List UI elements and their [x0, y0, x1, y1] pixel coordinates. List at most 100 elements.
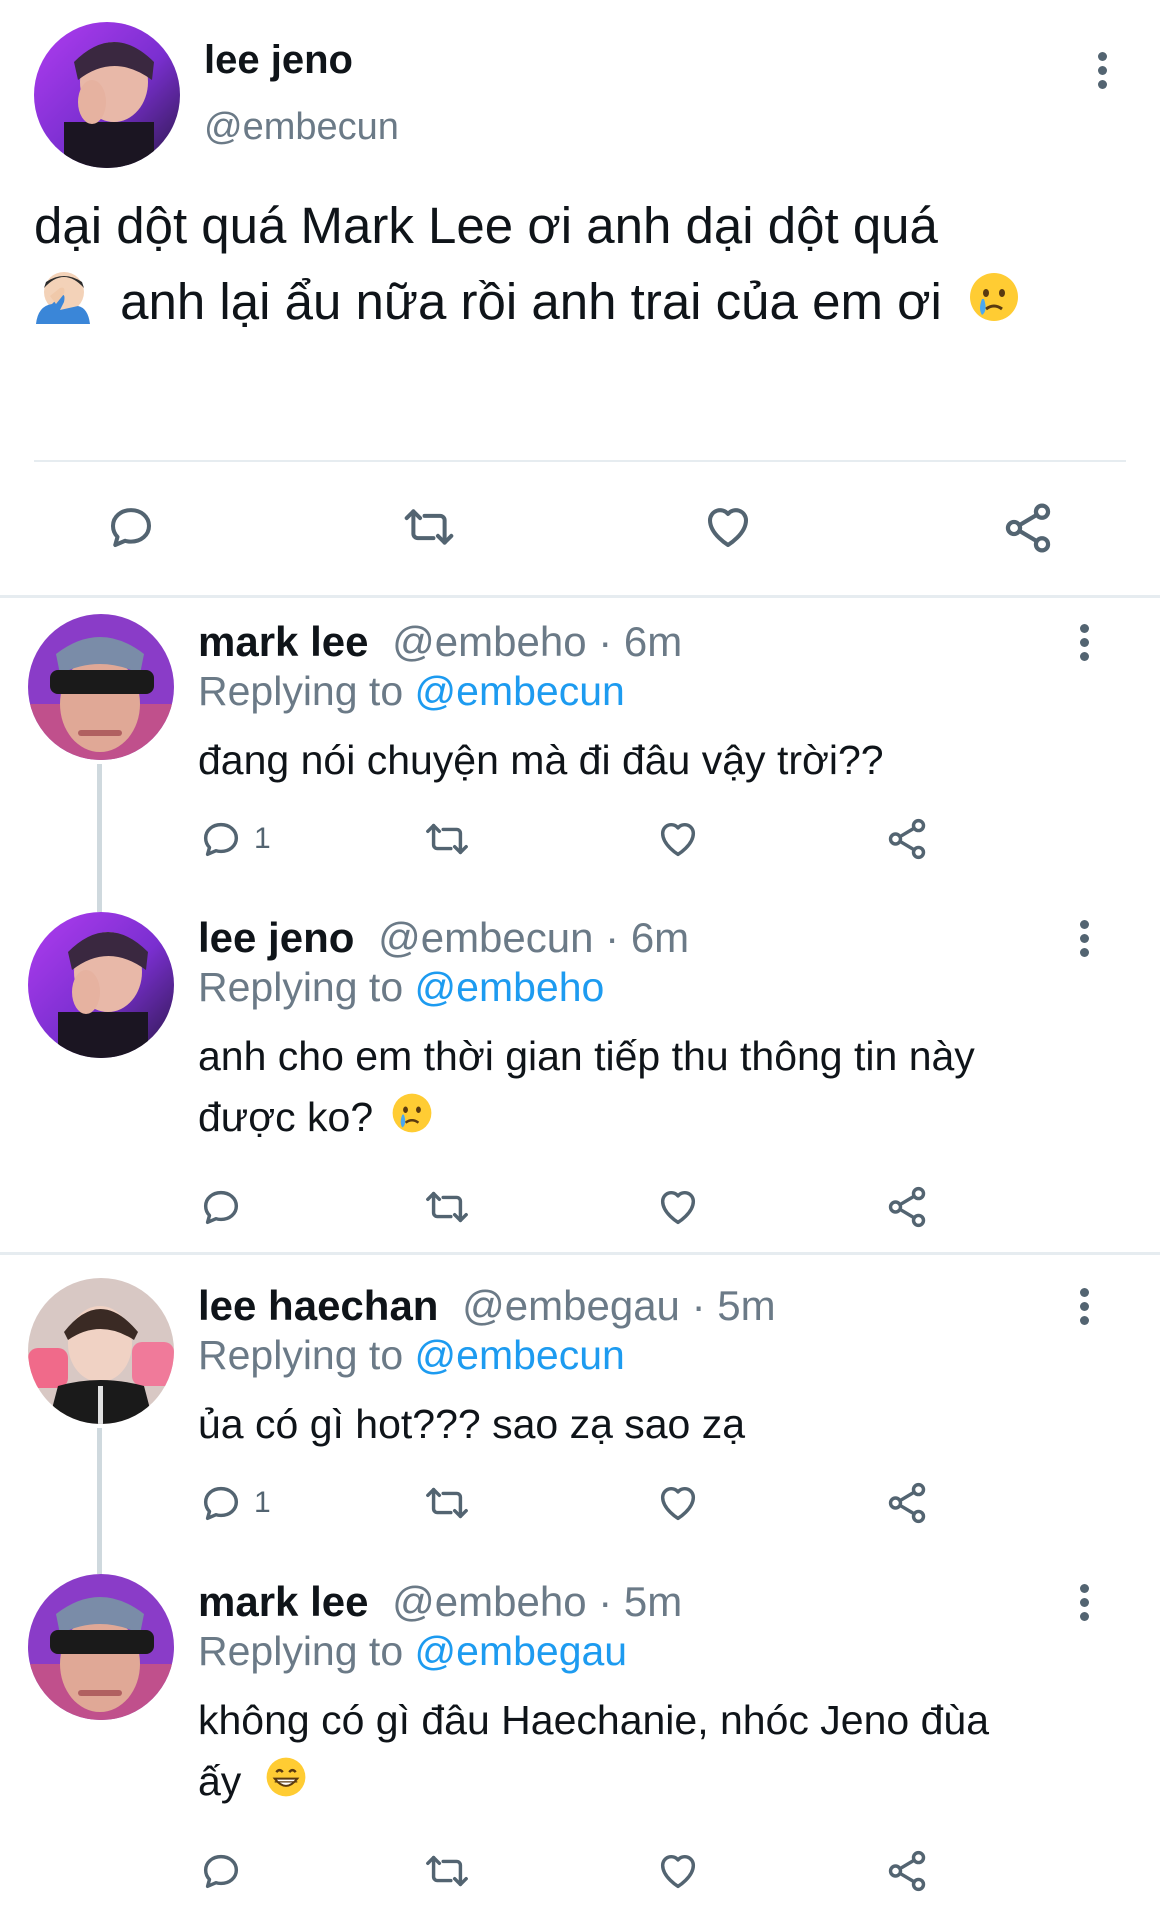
- replying-to-link[interactable]: @embeho: [415, 964, 605, 1010]
- like-button[interactable]: [700, 500, 756, 554]
- reply-text-line-2-text: được ko?: [198, 1094, 374, 1140]
- avatar[interactable]: [28, 912, 174, 1058]
- reply-icon: [110, 508, 152, 548]
- author-name[interactable]: lee jeno: [204, 38, 353, 83]
- share-icon: [888, 1186, 926, 1228]
- retweet-icon: [426, 823, 468, 855]
- avatar[interactable]: [28, 1278, 174, 1424]
- author-handle[interactable]: @embecun: [204, 106, 399, 149]
- author-name[interactable]: mark lee: [198, 618, 368, 665]
- reply-button[interactable]: [104, 500, 158, 554]
- share-button[interactable]: [884, 816, 930, 862]
- like-icon: [660, 1486, 696, 1521]
- author-name[interactable]: mark lee: [198, 1578, 368, 1625]
- divider: [34, 460, 1126, 462]
- section-divider: [0, 595, 1160, 598]
- reply-button[interactable]: 1: [198, 1480, 271, 1526]
- reply-text-line-2-text: ấy: [198, 1758, 242, 1804]
- reply-button[interactable]: [198, 1848, 244, 1894]
- more-icon[interactable]: [1074, 1584, 1094, 1626]
- share-button[interactable]: [884, 1848, 930, 1894]
- reply-text-line-1: anh cho em thời gian tiếp thu thông tin …: [198, 1033, 975, 1079]
- share-button[interactable]: [884, 1480, 930, 1526]
- reply-text-line-2: được ko?: [198, 1087, 1098, 1151]
- replying-to: Replying to @embegau: [198, 1628, 627, 1675]
- reply-icon: [203, 1854, 239, 1889]
- like-icon: [707, 508, 749, 548]
- tweet-text-line-1: dại dột quá Mark Lee ơi anh dại dột quá: [34, 197, 938, 254]
- sad-tear-emoji: [968, 268, 1020, 344]
- replying-to-prefix: Replying to: [198, 1628, 415, 1674]
- share-icon: [888, 1850, 926, 1892]
- thread-line: [97, 764, 102, 912]
- replying-to-prefix: Replying to: [198, 668, 415, 714]
- reply-icon: [203, 1486, 239, 1521]
- retweet-icon: [404, 509, 454, 545]
- sad-tear-emoji: [391, 1090, 433, 1151]
- more-icon[interactable]: [1074, 624, 1094, 666]
- retweet-button[interactable]: [422, 1184, 472, 1230]
- reply-text: đang nói chuyện mà đi đâu vậy trời??: [198, 737, 884, 783]
- retweet-button[interactable]: [422, 1480, 472, 1526]
- share-icon: [888, 818, 926, 860]
- section-divider: [0, 1252, 1160, 1255]
- retweet-icon: [426, 1191, 468, 1223]
- reply-header: lee haechan @embegau · 5m: [198, 1282, 776, 1330]
- retweet-button[interactable]: [422, 1848, 472, 1894]
- reply-header: mark lee @embeho · 6m: [198, 618, 682, 666]
- replying-to-prefix: Replying to: [198, 1332, 415, 1378]
- replying-to: Replying to @embecun: [198, 668, 625, 715]
- reply-button[interactable]: [198, 1184, 244, 1230]
- like-button[interactable]: [654, 816, 702, 862]
- retweet-icon: [426, 1487, 468, 1519]
- reply-icon: [203, 822, 239, 857]
- share-button[interactable]: [1000, 500, 1056, 556]
- like-button[interactable]: [654, 1480, 702, 1526]
- share-icon: [888, 1482, 926, 1524]
- like-icon: [660, 822, 696, 857]
- replying-to: Replying to @embeho: [198, 964, 604, 1011]
- reply-text-line-2: ấy: [198, 1751, 1098, 1815]
- replying-to-link[interactable]: @embecun: [415, 1332, 625, 1378]
- author-meta[interactable]: @embegau · 5m: [462, 1282, 775, 1329]
- reply-button[interactable]: 1: [198, 816, 271, 862]
- like-icon: [660, 1190, 696, 1225]
- author-name[interactable]: lee haechan: [198, 1282, 438, 1329]
- author-meta[interactable]: @embecun · 6m: [378, 914, 689, 961]
- more-icon[interactable]: [1074, 1288, 1094, 1330]
- like-icon: [660, 1854, 696, 1889]
- reply-text: ủa có gì hot??? sao zạ sao zạ: [198, 1401, 746, 1447]
- avatar[interactable]: [28, 614, 174, 760]
- avatar[interactable]: [28, 1574, 174, 1720]
- reply-text: không có gì đâu Haechanie, nhóc Jeno đùa…: [198, 1690, 1098, 1815]
- thread-line: [97, 1428, 102, 1574]
- share-button[interactable]: [884, 1184, 930, 1230]
- like-button[interactable]: [654, 1184, 702, 1230]
- reply-header: lee jeno @embecun · 6m: [198, 914, 689, 962]
- reply-count: 1: [254, 1486, 271, 1519]
- replying-to-prefix: Replying to: [198, 964, 415, 1010]
- retweet-button[interactable]: [422, 816, 472, 862]
- reply-header: mark lee @embeho · 5m: [198, 1578, 682, 1626]
- more-icon[interactable]: [1074, 920, 1094, 962]
- grinning-emoji: [265, 1754, 307, 1815]
- reply-icon: [203, 1190, 239, 1225]
- replying-to-link[interactable]: @embegau: [415, 1628, 628, 1674]
- retweet-icon: [426, 1855, 468, 1887]
- tweet-text-line-2: anh lại ẩu nữa rồi anh trai của em ơi: [34, 264, 1134, 345]
- like-button[interactable]: [654, 1848, 702, 1894]
- more-icon[interactable]: [1092, 52, 1112, 94]
- author-meta[interactable]: @embeho · 6m: [392, 618, 682, 665]
- tweet-text: dại dột quá Mark Lee ơi anh dại dột quá …: [34, 188, 1134, 345]
- replying-to: Replying to @embecun: [198, 1332, 625, 1379]
- reply-count: 1: [254, 822, 271, 855]
- author-meta[interactable]: @embeho · 5m: [392, 1578, 682, 1625]
- retweet-button[interactable]: [400, 500, 458, 554]
- share-icon: [1005, 503, 1051, 553]
- author-name[interactable]: lee jeno: [198, 914, 354, 961]
- reply-text: anh cho em thời gian tiếp thu thông tin …: [198, 1026, 1098, 1151]
- replying-to-link[interactable]: @embecun: [415, 668, 625, 714]
- avatar[interactable]: [34, 22, 180, 168]
- facepalm-emoji: [34, 266, 92, 345]
- reply-text-line-1: không có gì đâu Haechanie, nhóc Jeno đùa: [198, 1697, 989, 1743]
